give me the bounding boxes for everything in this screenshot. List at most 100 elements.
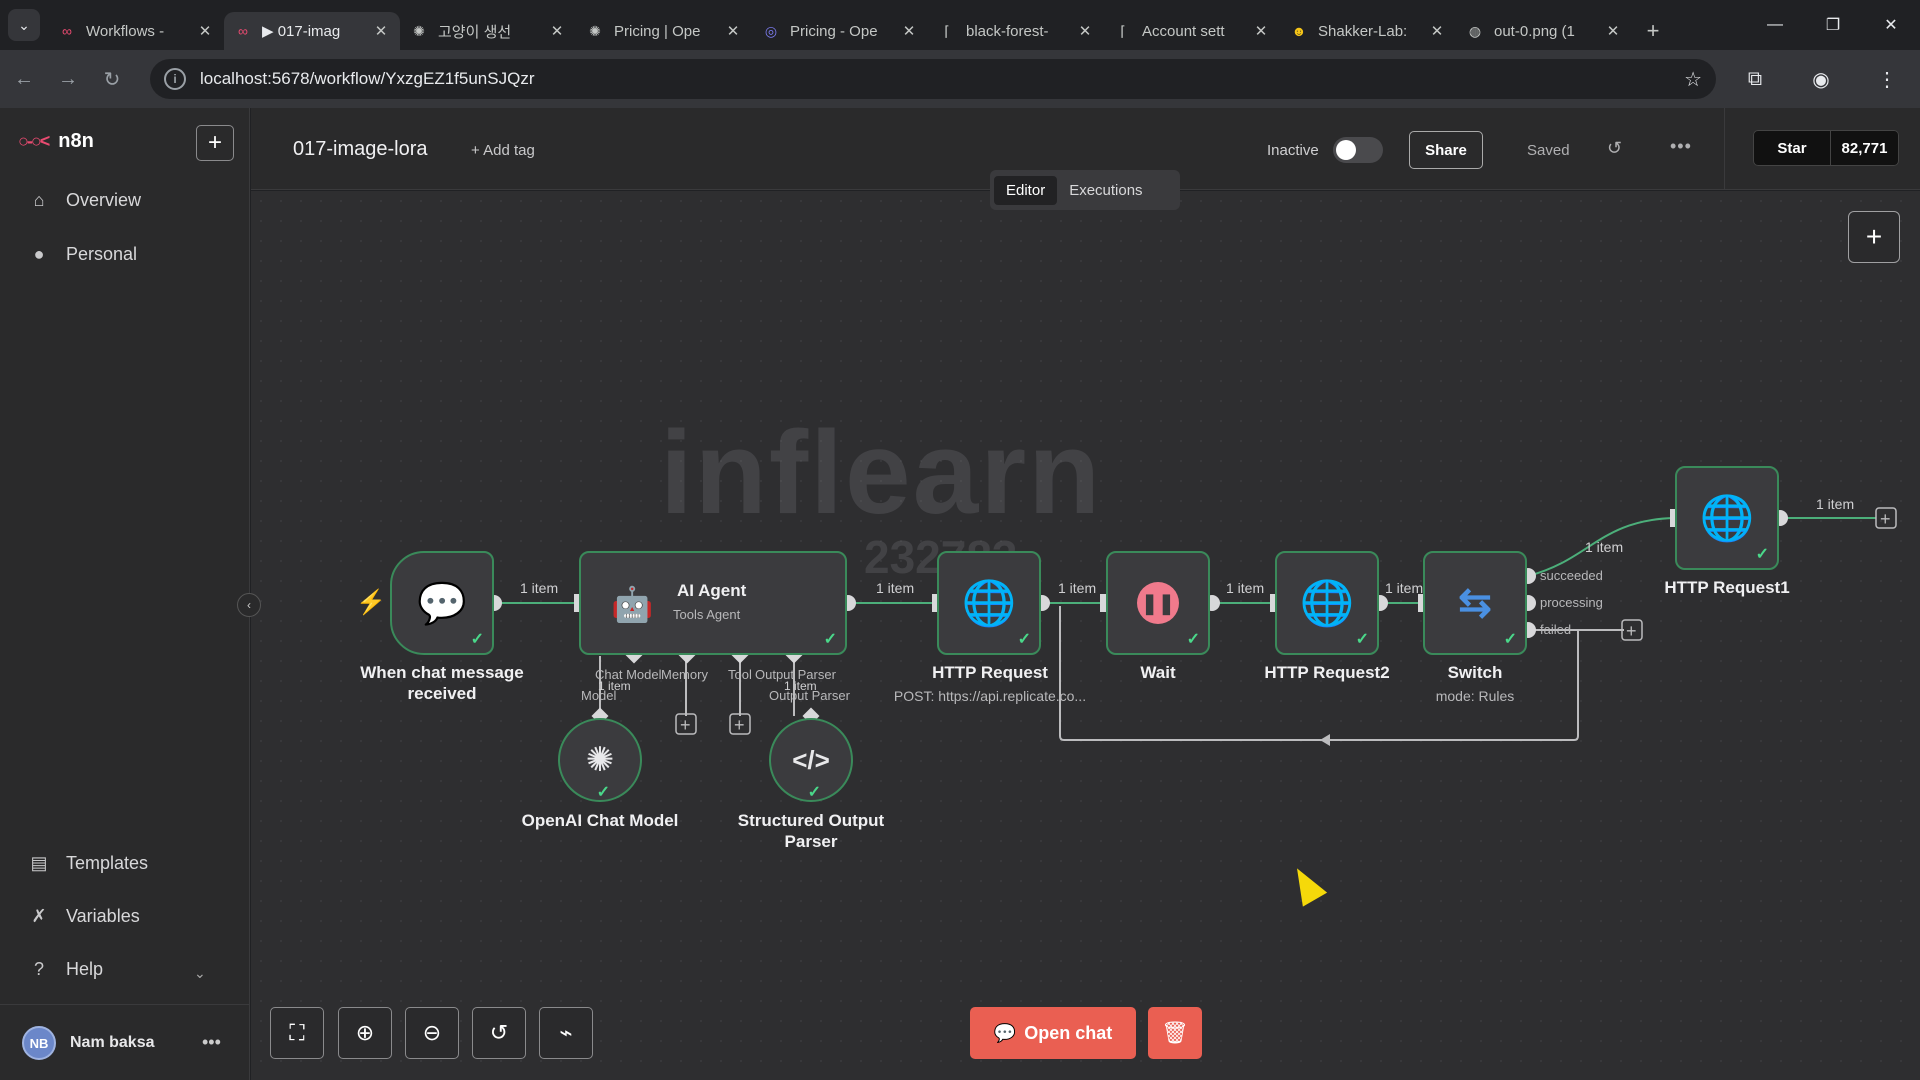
sidebar-item-personal[interactable]: ● Personal (28, 244, 137, 265)
site-info-icon[interactable]: i (164, 68, 186, 90)
sidebar-item-overview[interactable]: ⌂ Overview (28, 190, 141, 211)
forward-icon[interactable]: → (48, 59, 88, 99)
openai-icon: ✺ (585, 741, 615, 779)
bookmark-star-icon[interactable]: ☆ (1684, 67, 1702, 92)
browser-tab[interactable]: ⌈ Account sett ✕ (1104, 12, 1280, 50)
sidebar-item-variables[interactable]: ✗ Variables (28, 906, 139, 927)
reload-icon[interactable]: ↻ (92, 59, 132, 99)
divider (1724, 108, 1725, 190)
port-label-output-parser: Output Parser (769, 688, 850, 703)
zoom-out-icon: ⊖ (422, 1020, 442, 1045)
zoom-out-button[interactable]: ⊖ (405, 1007, 459, 1059)
undo-icon: ↺ (489, 1020, 509, 1045)
add-tag-button[interactable]: + Add tag (471, 142, 535, 159)
close-icon[interactable]: ✕ (548, 22, 566, 40)
minimize-icon[interactable]: — (1746, 16, 1804, 34)
address-bar[interactable]: i localhost:5678/workflow/YxzgEZ1f5unSJQ… (150, 59, 1716, 99)
port-label-model: Model (581, 688, 617, 703)
robot-icon: 🤖 (611, 586, 654, 624)
extensions-icon[interactable]: ⧉ (1722, 68, 1788, 91)
share-button[interactable]: Share (1409, 131, 1483, 169)
home-icon: ⌂ (33, 190, 45, 210)
browser-menu-icon[interactable]: ⋮ (1854, 67, 1920, 92)
node-label: Structured Output Parser (737, 811, 885, 851)
chevron-down-icon[interactable]: ⌄ (194, 965, 206, 982)
port-label-output-parser: Output Parser (755, 667, 836, 682)
node-wait[interactable]: ❚❚ ✓ (1106, 551, 1210, 655)
globe-icon: ◎ (764, 22, 778, 39)
toolbar-icons: ⧉ ◉ ⋮ (1722, 50, 1920, 108)
clear-execution-button[interactable]: 🗑 (1148, 1007, 1202, 1059)
history-icon[interactable]: ↺ (1607, 138, 1622, 159)
node-label: OpenAI Chat Model (521, 811, 679, 830)
node-openai-chat-model[interactable]: ✺ ✓ (558, 718, 642, 802)
browser-tab[interactable]: ∞ Workflows - ✕ (48, 12, 224, 50)
zoom-in-button[interactable]: ⊕ (338, 1007, 392, 1059)
close-icon[interactable]: ✕ (1076, 22, 1094, 40)
collapse-sidebar-icon[interactable]: ‹ (237, 593, 261, 617)
node-ai-agent[interactable]: 🤖 AI Agent Tools Agent ✓ (579, 551, 847, 655)
browser-tab-active[interactable]: ∞ ▶ 017-imag ✕ (224, 12, 400, 50)
fullscreen-icon: ⛶ (289, 1020, 305, 1045)
node-switch[interactable]: ⇆ ✓ (1423, 551, 1527, 655)
new-tab-button[interactable]: + (1638, 16, 1668, 46)
edge-item-count: 1 item (1385, 580, 1424, 596)
node-http-request1[interactable]: 🌐 ✓ (1675, 466, 1779, 570)
sidebar-item-help[interactable]: ? Help (28, 959, 103, 980)
github-star-button[interactable]: Star 82,771 (1753, 130, 1899, 166)
tab-executions[interactable]: Executions (1057, 176, 1154, 205)
n8n-icon: ∞ (62, 23, 72, 39)
browser-tab[interactable]: ⌈ black-forest- ✕ (928, 12, 1104, 50)
github-icon: Star (1753, 130, 1831, 166)
sidebar-item-templates[interactable]: ▤ Templates (28, 853, 148, 874)
browser-tab[interactable]: ☻ Shakker-Lab: ✕ (1280, 12, 1456, 50)
browser-tab[interactable]: ✺ Pricing | Ope ✕ (576, 12, 752, 50)
close-icon[interactable]: ✕ (1604, 22, 1622, 40)
add-node-button[interactable]: + (1848, 211, 1900, 263)
edge-item-count: 1 item (1058, 580, 1097, 596)
switch-icon: ⇆ (1458, 581, 1492, 625)
port-label-memory: Memory (661, 667, 708, 682)
close-icon[interactable]: ✕ (1428, 22, 1446, 40)
tab-strip: ∞ Workflows - ✕ ∞ ▶ 017-imag ✕ ✺ 고양이 생선 ✕ ✺ Pri… (48, 0, 1668, 50)
node-http-request[interactable]: 🌐 ✓ (937, 551, 1041, 655)
fit-view-button[interactable]: ⛶ (270, 1007, 324, 1059)
node-chat-trigger[interactable]: 💬 ✓ (390, 551, 494, 655)
broom-icon: ⌁ (559, 1020, 573, 1045)
tab-search-icon[interactable]: ⌄ (8, 9, 40, 41)
node-http-request2[interactable]: 🌐 ✓ (1275, 551, 1379, 655)
close-window-icon[interactable]: ✕ (1862, 15, 1920, 35)
node-label: HTTP Request (932, 663, 1048, 682)
close-icon[interactable]: ✕ (372, 22, 390, 40)
workflow-name[interactable]: 017-image-lora (293, 138, 428, 161)
close-icon[interactable]: ✕ (1252, 22, 1270, 40)
n8n-logo[interactable]: ○-○< n8n (18, 130, 94, 153)
globe-icon: 🌐 (1699, 494, 1755, 543)
profile-icon[interactable]: ◉ (1788, 67, 1854, 92)
browser-tab[interactable]: ◍ out-0.png (1 ✕ (1456, 12, 1632, 50)
tidy-up-button[interactable]: ⌁ (539, 1007, 593, 1059)
user-menu[interactable]: NB Nam baksa (22, 1026, 155, 1060)
workflow-canvas[interactable] (251, 191, 1920, 1080)
active-toggle[interactable] (1333, 137, 1383, 163)
node-structured-output-parser[interactable]: </> ✓ (769, 718, 853, 802)
close-icon[interactable]: ✕ (900, 22, 918, 40)
browser-tab[interactable]: ◎ Pricing - Ope ✕ (752, 12, 928, 50)
create-button[interactable]: + (196, 125, 234, 161)
close-icon[interactable]: ✕ (724, 22, 742, 40)
reset-zoom-button[interactable]: ↺ (472, 1007, 526, 1059)
open-chat-button[interactable]: 💬 Open chat (970, 1007, 1136, 1059)
close-icon[interactable]: ✕ (196, 22, 214, 40)
active-status-label: Inactive (1267, 142, 1319, 159)
globe-icon: 🌐 (1299, 579, 1355, 628)
tab-editor[interactable]: Editor (994, 175, 1058, 205)
zoom-in-icon: ⊕ (355, 1020, 375, 1045)
node-label: Switch (1447, 663, 1503, 682)
node-label: When chat message received (360, 663, 524, 703)
back-icon[interactable]: ← (4, 59, 44, 99)
user-more-icon[interactable]: ••• (202, 1032, 221, 1053)
github-star-count: 82,771 (1831, 130, 1899, 166)
browser-tab[interactable]: ✺ 고양이 생선 ✕ (400, 12, 576, 50)
more-icon[interactable]: ••• (1670, 136, 1692, 157)
restore-icon[interactable]: ❐ (1804, 15, 1862, 35)
